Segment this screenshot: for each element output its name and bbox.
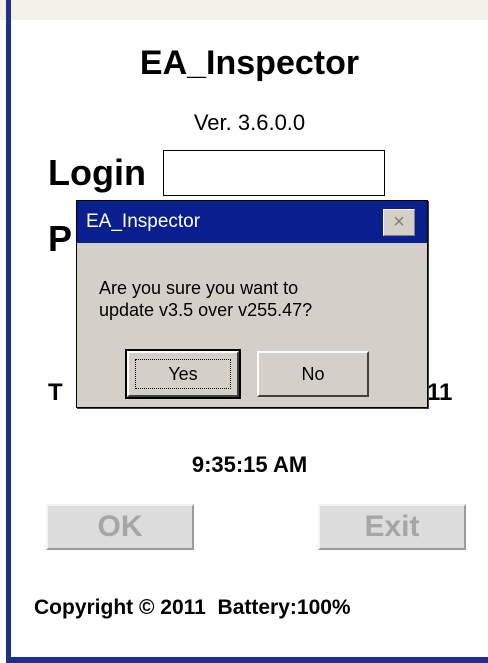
window-bottom-border xyxy=(6,657,488,663)
app-screen: EA_Inspector Ver. 3.6.0.0 Login P T 11 9… xyxy=(0,0,488,663)
close-icon[interactable]: × xyxy=(383,209,415,236)
password-label: P xyxy=(48,218,73,259)
time-label: 9:35:15 AM xyxy=(191,452,308,477)
ok-button[interactable]: OK xyxy=(46,504,194,550)
no-button-label: No xyxy=(301,364,325,384)
footer-status: Copyright © 2011 Battery:100% xyxy=(34,596,351,620)
dialog-message-line: update v3.5 over v255.47? xyxy=(99,300,313,320)
confirm-dialog: EA_Inspector × Are you sure you want to … xyxy=(76,200,428,408)
exit-button[interactable]: Exit xyxy=(318,504,466,550)
window-left-border xyxy=(6,0,11,663)
login-label: Login xyxy=(48,152,146,193)
dialog-title: EA_Inspector xyxy=(86,211,201,232)
no-button[interactable]: No xyxy=(257,351,369,397)
dialog-message-line: Are you sure you want to xyxy=(99,278,299,298)
top-strip xyxy=(0,0,488,20)
focus-rectangle xyxy=(135,359,231,389)
dialog-titlebar[interactable]: EA_Inspector × xyxy=(77,201,427,243)
battery-label: Battery:100% xyxy=(217,596,351,619)
date-label-left: T xyxy=(48,379,63,406)
version-label: Ver. 3.6.0.0 xyxy=(193,110,306,135)
date-label-right: 11 xyxy=(427,379,453,406)
dialog-message: Are you sure you want to update v3.5 ove… xyxy=(99,277,419,321)
copyright-label: Copyright © 2011 xyxy=(34,596,206,619)
app-title: EA_Inspector xyxy=(139,44,360,82)
login-input[interactable] xyxy=(163,150,385,196)
yes-button[interactable]: Yes xyxy=(125,349,241,399)
